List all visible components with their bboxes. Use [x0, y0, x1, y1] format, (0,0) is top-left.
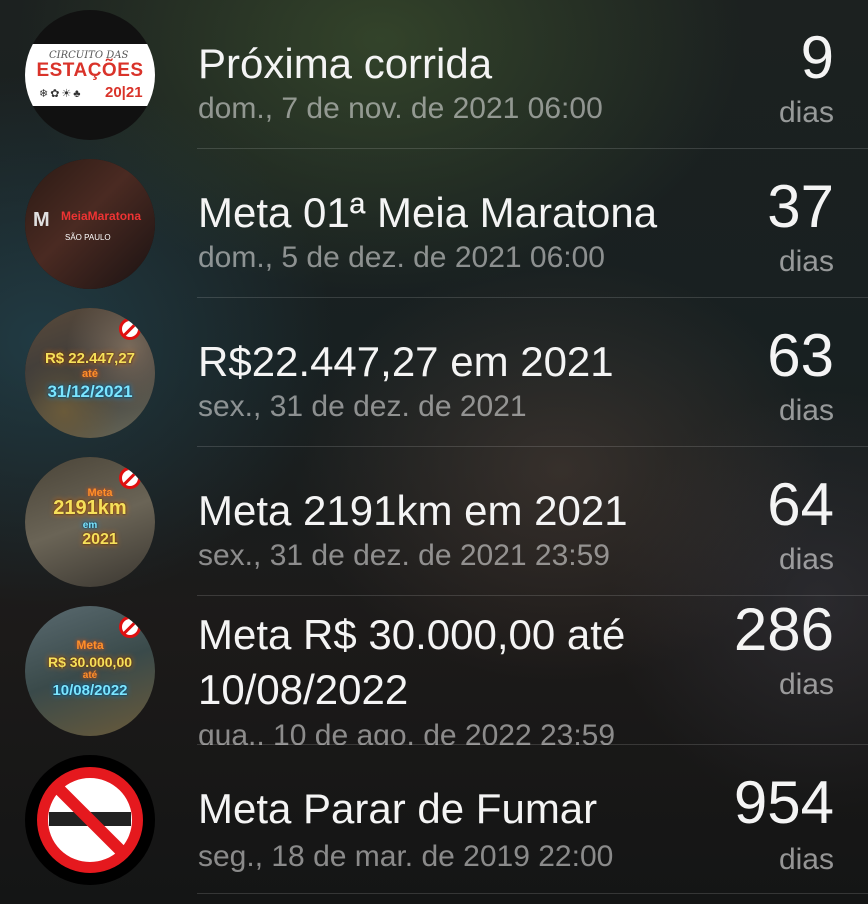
thumb-text: 31/12/2021	[47, 382, 133, 401]
list-item[interactable]: M MeiaMaratona SÃO PAULO Meta 01ª Meia M…	[0, 149, 868, 298]
event-thumbnail: M MeiaMaratona SÃO PAULO	[25, 159, 155, 289]
item-date: dom., 5 de dez. de 2021 06:00	[198, 241, 605, 274]
row-divider	[197, 893, 868, 894]
thumb-text: Meta	[76, 638, 104, 652]
days-count: 286	[733, 596, 834, 663]
no-smoking-icon	[119, 318, 141, 340]
logo-text: SÃO PAULO	[65, 233, 111, 242]
days-count: 9	[800, 24, 834, 91]
days-unit: dias	[778, 245, 834, 278]
days-unit: dias	[778, 96, 834, 129]
event-thumbnail: R$ 22.447,27 até 31/12/2021	[25, 308, 155, 438]
days-count: 37	[767, 173, 834, 240]
list-item[interactable]: Meta 2191km em 2021 Meta 2191km em 2021 …	[0, 447, 868, 596]
event-thumbnail: CIRCUITO DAS ESTAÇÕES ❄✿☀♣ 20|21	[25, 10, 155, 140]
item-date: sex., 31 de dez. de 2021	[198, 390, 527, 423]
no-smoking-icon	[119, 467, 141, 489]
logo-mark: M	[33, 209, 50, 231]
thumb-text: 2021	[82, 531, 118, 548]
days-count: 64	[767, 471, 834, 538]
days-count: 954	[733, 769, 834, 836]
logo-text: ❄✿☀♣	[39, 88, 83, 100]
thumb-text: em	[82, 520, 98, 531]
circuito-estacoes-logo: CIRCUITO DAS ESTAÇÕES ❄✿☀♣ 20|21	[25, 44, 155, 106]
item-date: dom., 7 de nov. de 2021 06:00	[198, 92, 603, 125]
list-item[interactable]: R$ 22.447,27 até 31/12/2021 R$22.447,27 …	[0, 298, 868, 447]
list-item[interactable]: Meta R$ 30.000,00 até 10/08/2022 Meta R$…	[0, 596, 868, 745]
days-unit: dias	[778, 668, 834, 701]
event-thumbnail: Meta R$ 30.000,00 até 10/08/2022	[25, 606, 155, 736]
days-count: 63	[767, 322, 834, 389]
item-date: qua., 10 de ago. de 2022 23:59	[198, 719, 616, 745]
thumb-text: 2191km	[53, 497, 127, 519]
event-thumbnail	[25, 755, 155, 885]
logo-text: ESTAÇÕES	[36, 60, 144, 81]
item-title: Meta R$ 30.000,00 até	[198, 611, 626, 658]
item-title: Próxima corrida	[198, 40, 493, 87]
cigarette-tip	[121, 812, 131, 826]
item-date: seg., 18 de mar. de 2019 22:00	[198, 840, 614, 873]
item-title: Meta 2191km em 2021	[198, 487, 628, 534]
item-title-line2: 10/08/2022	[198, 666, 409, 713]
thumb-text: até	[82, 368, 98, 380]
item-title: R$22.447,27 em 2021	[198, 338, 614, 385]
no-smoking-icon	[25, 755, 155, 885]
logo-text: MeiaMaratona	[61, 209, 142, 223]
item-title: Meta Parar de Fumar	[198, 785, 598, 832]
event-thumbnail: Meta 2191km em 2021	[25, 457, 155, 587]
logo-text: 20|21	[105, 84, 143, 101]
days-unit: dias	[778, 394, 834, 427]
thumb-text: R$ 22.447,27	[44, 350, 136, 367]
thumb-text: R$ 30.000,00	[47, 654, 133, 670]
days-unit: dias	[778, 543, 834, 576]
list-item[interactable]: Meta Parar de Fumar seg., 18 de mar. de …	[0, 745, 868, 894]
item-date: sex., 31 de dez. de 2021 23:59	[198, 539, 610, 572]
days-unit: dias	[778, 843, 834, 876]
thumb-text: 10/08/2022	[52, 682, 128, 699]
no-smoking-icon	[119, 616, 141, 638]
countdown-list: CIRCUITO DAS ESTAÇÕES ❄✿☀♣ 20|21 Próxima…	[0, 0, 868, 904]
thumb-text: até	[82, 670, 98, 681]
item-title: Meta 01ª Meia Maratona	[198, 189, 658, 236]
list-item[interactable]: CIRCUITO DAS ESTAÇÕES ❄✿☀♣ 20|21 Próxima…	[0, 0, 868, 149]
